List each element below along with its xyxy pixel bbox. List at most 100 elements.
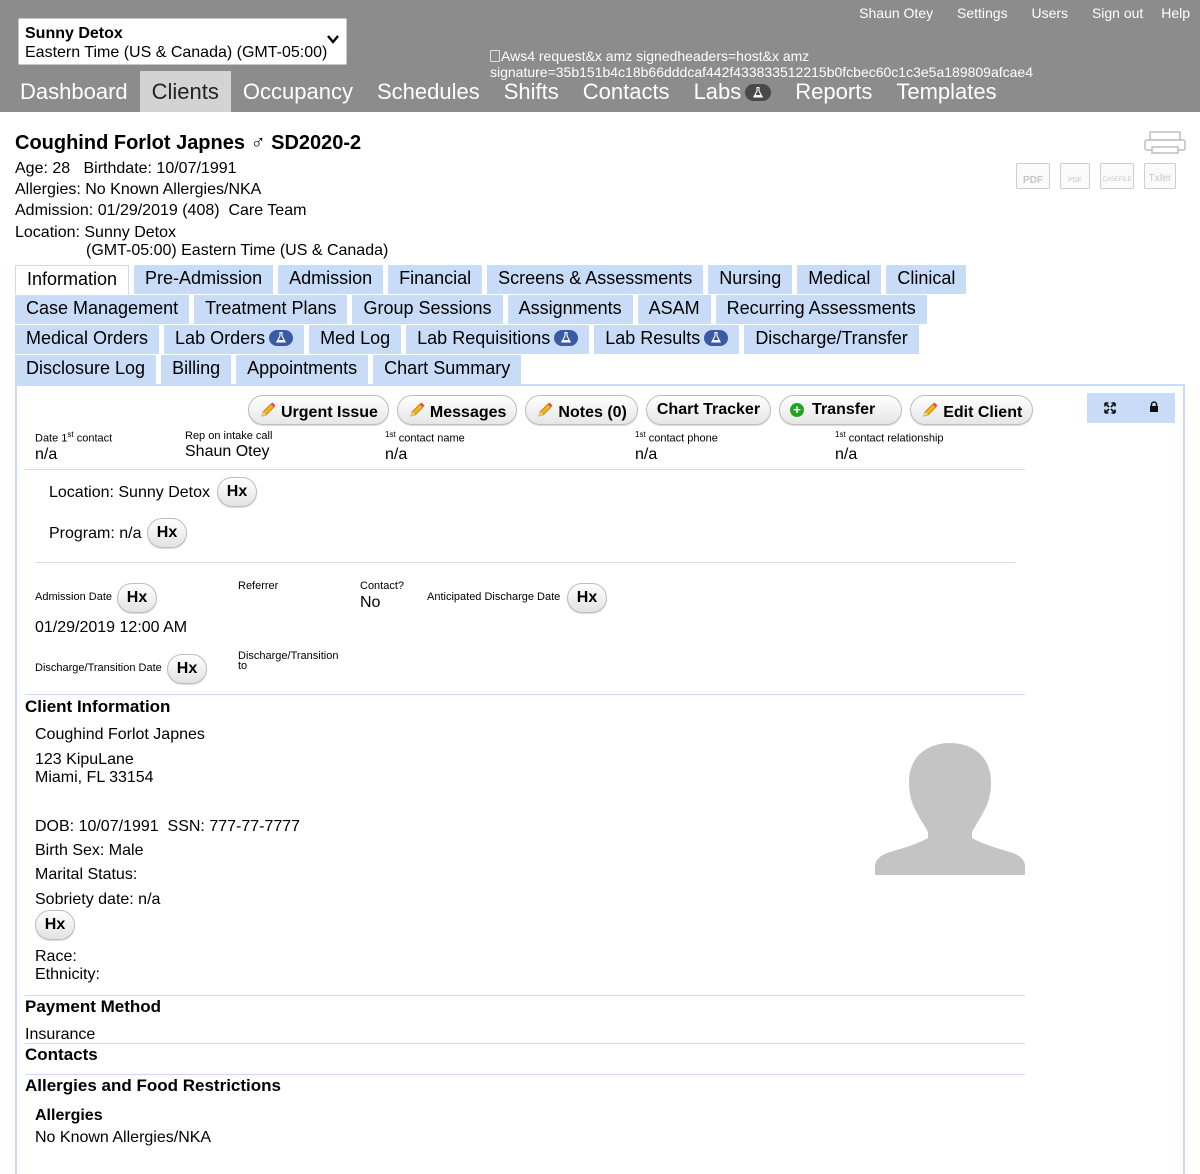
referrer-label: Referrer (238, 580, 279, 592)
discharge-date-history-button[interactable]: Hx (167, 654, 207, 684)
flask-icon (554, 330, 579, 346)
nav-clients[interactable]: Clients (139, 71, 231, 112)
first-contact-name: 1st contact name n/a (385, 430, 465, 464)
tab-recurring-assessments[interactable]: Recurring Assessments (715, 295, 927, 324)
transfer-button[interactable]: + Transfer (779, 395, 903, 425)
intake-rep-value: Shaun Otey (185, 443, 270, 460)
document-icons: PDF PDF CASEFILE Txfer (1016, 163, 1186, 189)
tab-financial[interactable]: Financial (388, 265, 483, 294)
edit-client-button[interactable]: Edit Client (910, 395, 1034, 425)
tab-row: Medical Orders Lab Orders Med Log Lab Re… (15, 325, 1185, 355)
tab-treatment-plans[interactable]: Treatment Plans (194, 295, 348, 324)
tab-information[interactable]: Information (15, 265, 130, 294)
flask-icon (745, 84, 772, 101)
nav-labs[interactable]: Labs (682, 71, 784, 112)
admission-date-history-button[interactable]: Hx (117, 583, 157, 613)
tab-billing[interactable]: Billing (161, 355, 232, 384)
anticipated-discharge-history-button[interactable]: Hx (567, 583, 607, 613)
chevron-down-icon (327, 35, 339, 44)
nav-labs-label: Labs (693, 79, 742, 104)
pdf-multi-icon-label: PDF (1068, 177, 1082, 184)
notes-label: Notes (0) (558, 404, 627, 421)
tab-med-log[interactable]: Med Log (309, 325, 402, 354)
client-id: SD2020-2 (271, 132, 362, 154)
tab-pre-admission[interactable]: Pre-Admission (134, 265, 274, 294)
client-dob-ssn: DOB: 10/07/1991 SSN: 777-77-7777 (35, 818, 301, 835)
tab-medical-orders[interactable]: Medical Orders (15, 325, 160, 354)
tab-assignments[interactable]: Assignments (507, 295, 633, 324)
transfer-doc-icon[interactable]: Txfer (1144, 163, 1176, 189)
first-contact-name-value: n/a (385, 445, 408, 463)
action-bar: Urgent Issue Messages Notes (0) Chart Tr… (248, 395, 1041, 425)
tab-lab-requisitions[interactable]: Lab Requisitions (406, 325, 590, 354)
expand-icon[interactable] (1104, 402, 1116, 414)
discharge-to-label-line1: Discharge/Transition (238, 650, 339, 662)
users-link[interactable]: Users (1031, 5, 1068, 21)
tab-screens-assessments[interactable]: Screens & Assessments (487, 265, 704, 294)
facility-name: Sunny Detox (25, 25, 123, 42)
user-link[interactable]: Shaun Otey (859, 5, 933, 21)
payment-heading: Payment Method (25, 997, 162, 1016)
messages-button[interactable]: Messages (396, 395, 518, 425)
tab-lab-results[interactable]: Lab Results (594, 325, 740, 354)
tab-lab-orders[interactable]: Lab Orders (164, 325, 305, 354)
contacts-heading: Contacts (25, 1045, 98, 1064)
divider (25, 469, 1025, 470)
chart-tracker-button[interactable]: Chart Tracker (645, 395, 772, 425)
nav-shifts[interactable]: Shifts (492, 71, 571, 112)
messages-label: Messages (429, 404, 507, 421)
top-links: Shaun Otey Settings Users Sign out Help (839, 5, 1190, 21)
flask-icon (269, 330, 294, 346)
print-icon[interactable] (1144, 131, 1186, 155)
program-history-button[interactable]: Hx (147, 518, 187, 548)
facility-select[interactable]: Sunny Detox Eastern Time (US & Canada) (… (18, 18, 347, 65)
nav-contacts[interactable]: Contacts (571, 71, 682, 112)
nav-dashboard[interactable]: Dashboard (8, 71, 140, 112)
tab-disclosure-log[interactable]: Disclosure Log (15, 355, 157, 384)
first-contact-date-value: n/a (35, 445, 58, 463)
avatar-placeholder-icon (875, 743, 1025, 875)
divider (25, 1043, 1025, 1044)
casefile-icon[interactable]: CASEFILE (1100, 163, 1134, 189)
tab-asam[interactable]: ASAM (637, 295, 711, 324)
client-race: Race: (35, 948, 77, 965)
nav-schedules[interactable]: Schedules (365, 71, 492, 112)
main-nav: Dashboard Clients Occupancy Schedules Sh… (8, 71, 1009, 112)
tab-nursing[interactable]: Nursing (708, 265, 793, 294)
tab-chart-summary[interactable]: Chart Summary (373, 355, 522, 384)
tab-admission[interactable]: Admission (278, 265, 384, 294)
urgent-issue-button[interactable]: Urgent Issue (248, 395, 389, 425)
nav-occupancy[interactable]: Occupancy (231, 71, 365, 112)
client-ethnicity: Ethnicity: (35, 966, 100, 983)
tab-clinical[interactable]: Clinical (886, 265, 967, 294)
sobriety-history-button[interactable]: Hx (35, 910, 75, 940)
client-title: Coughind Forlot Japnes ♂ SD2020-2 (15, 131, 388, 155)
transfer-label: Transfer (812, 401, 876, 418)
client-birthdate: Birthdate: 10/07/1991 (83, 160, 237, 177)
discharge-date-label: Discharge/Transition Date (35, 662, 162, 674)
client-sobriety-date: Sobriety date: n/a (35, 891, 161, 908)
help-link[interactable]: Help (1161, 5, 1190, 21)
tab-medical[interactable]: Medical (797, 265, 882, 294)
client-birth-sex: Birth Sex: Male (35, 842, 144, 859)
location-history-button[interactable]: Hx (217, 477, 257, 507)
client-address-line2: Miami, FL 33154 (35, 769, 154, 786)
lock-icon[interactable] (1149, 401, 1159, 413)
tab-appointments[interactable]: Appointments (236, 355, 369, 384)
notes-button[interactable]: Notes (0) (525, 395, 638, 425)
pdf-icon[interactable]: PDF (1016, 163, 1050, 189)
client-header: Coughind Forlot Japnes ♂ SD2020-2 Age: 2… (15, 131, 388, 261)
nav-templates[interactable]: Templates (884, 71, 1008, 112)
tab-case-management[interactable]: Case Management (15, 295, 190, 324)
sign-out-link[interactable]: Sign out (1092, 5, 1143, 21)
broken-image-icon (490, 50, 500, 62)
tab-group-sessions[interactable]: Group Sessions (352, 295, 503, 324)
tab-discharge-transfer[interactable]: Discharge/Transfer (744, 325, 919, 354)
nav-reports[interactable]: Reports (783, 71, 884, 112)
pdf-multi-icon[interactable]: PDF (1060, 163, 1090, 189)
settings-link[interactable]: Settings (957, 5, 1008, 21)
allergies-value: No Known Allergies/NKA (35, 1129, 212, 1146)
client-age: Age: 28 (15, 160, 71, 177)
first-contact-relationship: 1st contact relationship n/a (835, 430, 944, 464)
divider (25, 1074, 1025, 1075)
